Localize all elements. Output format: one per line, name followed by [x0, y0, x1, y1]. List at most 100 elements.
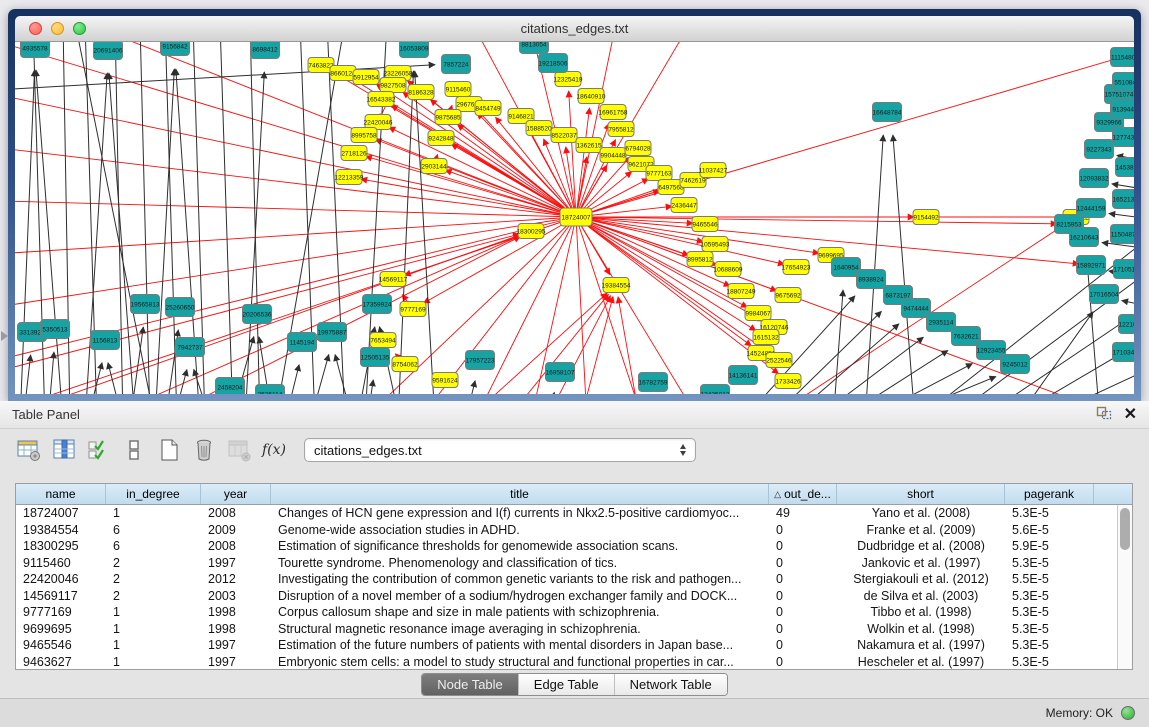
- graph-edge[interactable]: [569, 91, 576, 217]
- table-cell[interactable]: Dudbridge et al. (2008): [837, 538, 1005, 555]
- panel-toggle-arrow[interactable]: [1, 331, 8, 341]
- table-cell[interactable]: 0: [769, 522, 837, 539]
- table-scrollbar[interactable]: [1117, 505, 1132, 669]
- table-cell[interactable]: Genome-wide association studies in ADHD.: [271, 522, 769, 539]
- table-cell[interactable]: 1: [106, 505, 201, 522]
- network-canvas[interactable]: 7463822866012459129542322605898275081654…: [15, 42, 1134, 394]
- zoom-traffic-light-icon[interactable]: [73, 22, 86, 35]
- table-cell[interactable]: 9465546: [16, 637, 106, 654]
- table-cell[interactable]: Disruption of a novel member of a sodium…: [271, 588, 769, 605]
- memory-ok-indicator[interactable]: [1121, 706, 1135, 720]
- table-cell[interactable]: 0: [769, 637, 837, 654]
- table-cell[interactable]: 1997: [201, 555, 271, 572]
- table-cell[interactable]: Yano et al. (2008): [837, 505, 1005, 522]
- table-cell[interactable]: Stergiakouli et al. (2012): [837, 571, 1005, 588]
- graph-edge[interactable]: [63, 42, 70, 394]
- table-cell[interactable]: Wolkin et al. (1998): [837, 621, 1005, 638]
- table-cell[interactable]: 5.3E-5: [1005, 505, 1094, 522]
- table-cell[interactable]: 2008: [201, 538, 271, 555]
- graph-edge[interactable]: [576, 42, 715, 217]
- table-cell[interactable]: 2008: [201, 505, 271, 522]
- table-cell[interactable]: 0: [769, 588, 837, 605]
- table-cell[interactable]: Jankovic et al. (1997): [837, 555, 1005, 572]
- graph-edge[interactable]: [366, 156, 576, 217]
- column-header-short[interactable]: short: [837, 484, 1005, 504]
- graph-edge[interactable]: [576, 217, 1057, 224]
- graph-edge[interactable]: [15, 42, 576, 217]
- table-cell[interactable]: 0: [769, 555, 837, 572]
- table-row[interactable]: 946554611997Estimation of the future num…: [16, 637, 1117, 654]
- table-row[interactable]: 977716911998Corpus callosum shape and si…: [16, 604, 1117, 621]
- table-cell[interactable]: 1: [106, 604, 201, 621]
- table-row[interactable]: 1938455462009Genome-wide association stu…: [16, 522, 1117, 539]
- graph-edge[interactable]: [220, 42, 233, 394]
- column-header-out_de[interactable]: △out_de...: [769, 484, 837, 504]
- table-cell[interactable]: Investigating the contribution of common…: [271, 571, 769, 588]
- table-cell[interactable]: 2: [106, 555, 201, 572]
- table-cell[interactable]: 5.3E-5: [1005, 555, 1094, 572]
- table-cell[interactable]: 22420046: [16, 571, 106, 588]
- table-row[interactable]: 2242004622012Investigating the contribut…: [16, 571, 1117, 588]
- graph-edge[interactable]: [885, 377, 996, 394]
- table-cell[interactable]: 1: [106, 621, 201, 638]
- close-traffic-light-icon[interactable]: [29, 22, 42, 35]
- table-cell[interactable]: 1998: [201, 604, 271, 621]
- network-window[interactable]: citations_edges.txt 74638228660124591295…: [8, 9, 1141, 401]
- table-cell[interactable]: 9777169: [16, 604, 106, 621]
- graph-edge[interactable]: [367, 380, 373, 394]
- table-cell[interactable]: 0: [769, 621, 837, 638]
- graph-edge[interactable]: [545, 392, 554, 394]
- table-cell[interactable]: 2: [106, 571, 201, 588]
- table-cell[interactable]: Tourette syndrome. Phenomenology and cla…: [271, 555, 769, 572]
- graph-edge[interactable]: [15, 162, 576, 217]
- graph-edge[interactable]: [15, 42, 576, 217]
- table-row[interactable]: 946362711997Embryonic stem cells: a mode…: [16, 654, 1117, 670]
- table-cell[interactable]: 0: [769, 604, 837, 621]
- table-cell[interactable]: Structural magnetic resonance image aver…: [271, 621, 769, 638]
- tab-edge-table[interactable]: Edge Table: [518, 674, 614, 695]
- table-cell[interactable]: de Silva et al. (2003): [837, 588, 1005, 605]
- graph-edge[interactable]: [95, 236, 520, 394]
- table-cell[interactable]: 2009: [201, 522, 271, 539]
- graph-edge[interactable]: [389, 127, 576, 217]
- graph-edge[interactable]: [1015, 312, 1093, 394]
- table-cell[interactable]: 5.6E-5: [1005, 522, 1094, 539]
- table-row[interactable]: 1872400712008Changes of HCN gene express…: [16, 505, 1117, 522]
- column-visibility-button[interactable]: [49, 435, 79, 465]
- table-cell[interactable]: 2012: [201, 571, 271, 588]
- table-cell[interactable]: Hescheler et al. (1997): [837, 654, 1005, 670]
- table-row[interactable]: 969969511998Structural magnetic resonanc…: [16, 621, 1117, 638]
- table-cell[interactable]: 49: [769, 505, 837, 522]
- graph-edge[interactable]: [415, 71, 435, 394]
- graph-edge[interactable]: [285, 365, 299, 394]
- graph-edge[interactable]: [35, 235, 520, 394]
- column-header-in_degree[interactable]: in_degree: [106, 484, 201, 504]
- table-cell[interactable]: 6: [106, 538, 201, 555]
- table-row[interactable]: 1830029562008Estimation of significance …: [16, 538, 1117, 555]
- graph-edge[interactable]: [945, 252, 1134, 394]
- table-cell[interactable]: 5.3E-5: [1005, 621, 1094, 638]
- table-cell[interactable]: 1: [106, 654, 201, 670]
- tab-network-table[interactable]: Network Table: [614, 674, 727, 695]
- graph-edge[interactable]: [576, 217, 615, 394]
- graph-edge[interactable]: [335, 355, 353, 394]
- graph-edge[interactable]: [833, 290, 843, 394]
- table-cell[interactable]: 6: [106, 522, 201, 539]
- column-header-name[interactable]: name: [16, 484, 106, 504]
- graph-edge[interactable]: [15, 217, 576, 342]
- graph-edge[interactable]: [576, 217, 1134, 394]
- table-cell[interactable]: 2: [106, 588, 201, 605]
- minimize-traffic-light-icon[interactable]: [51, 22, 64, 35]
- graph-edge[interactable]: [865, 135, 883, 394]
- table-cell[interactable]: 0: [769, 538, 837, 555]
- graph-edge[interactable]: [1109, 214, 1134, 222]
- table-cell[interactable]: 19384554: [16, 522, 106, 539]
- float-window-icon[interactable]: [1096, 406, 1112, 423]
- table-cell[interactable]: 0: [769, 571, 837, 588]
- delete-column-button[interactable]: [189, 435, 219, 465]
- table-cell[interactable]: 5.9E-5: [1005, 538, 1094, 555]
- table-cell[interactable]: 1998: [201, 621, 271, 638]
- graph-edge[interactable]: [250, 42, 260, 394]
- table-cell[interactable]: 18300295: [16, 538, 106, 555]
- column-header-year[interactable]: year: [201, 484, 271, 504]
